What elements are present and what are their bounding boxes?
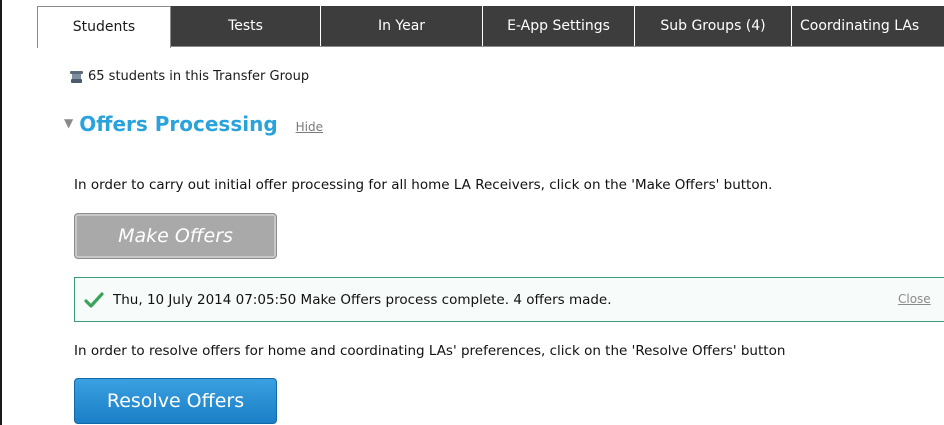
collapse-triangle-icon[interactable]: ▼ — [64, 116, 73, 130]
resolve-offers-instruction: In order to resolve offers for home and … — [74, 343, 786, 359]
tab-sub-groups[interactable]: Sub Groups (4) — [635, 6, 792, 47]
student-count-text: 65 students in this Transfer Group — [88, 69, 310, 84]
main-panel: Students Tests In Year E-App Settings Su… — [0, 0, 944, 425]
resolve-offers-button[interactable]: Resolve Offers — [74, 378, 277, 424]
offers-processing-header: ▼ Offers Processing Hide — [64, 112, 323, 136]
make-offers-instruction: In order to carry out initial offer proc… — [74, 177, 773, 193]
tab-students[interactable]: Students — [37, 6, 171, 48]
status-notice: Thu, 10 July 2014 07:05:50 Make Offers p… — [74, 277, 944, 322]
tab-tests[interactable]: Tests — [171, 6, 321, 47]
tab-e-app-settings[interactable]: E-App Settings — [483, 6, 635, 47]
tab-bar: Students Tests In Year E-App Settings Su… — [2, 0, 944, 48]
student-group-icon — [69, 70, 84, 84]
student-count: 65 students in this Transfer Group — [69, 69, 309, 84]
check-icon — [84, 291, 104, 308]
notice-message: Thu, 10 July 2014 07:05:50 Make Offers p… — [113, 291, 612, 308]
tab-underline — [170, 46, 944, 47]
tab-in-year[interactable]: In Year — [321, 6, 483, 47]
close-link[interactable]: Close — [898, 292, 931, 306]
make-offers-button[interactable]: Make Offers — [74, 213, 277, 259]
tab-coordinating-las[interactable]: Coordinating LAs — [792, 6, 944, 47]
hide-link[interactable]: Hide — [296, 120, 323, 134]
section-title: Offers Processing — [79, 112, 278, 136]
